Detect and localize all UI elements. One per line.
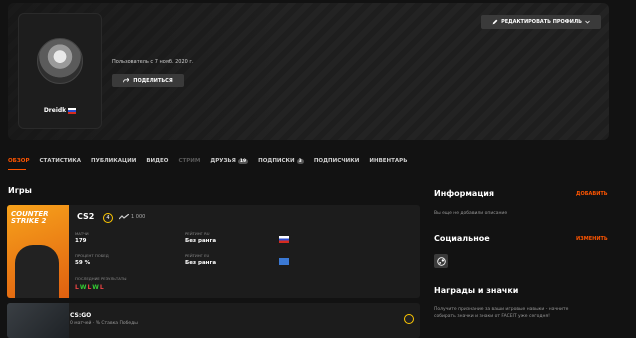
tab-label: СТРИМ xyxy=(178,158,201,164)
edit-profile-button[interactable]: РЕДАКТИРОВАТЬ ПРОФИЛЬ xyxy=(481,15,601,29)
result-loss: L xyxy=(75,284,79,291)
winrate-label: ПРОЦЕНТ ПОБЕД xyxy=(75,253,109,258)
profile-banner: Dreidk Пользователь с 7 нояб. 2020 г. ПО… xyxy=(8,3,609,140)
russia-flag-icon xyxy=(68,107,77,114)
csgo-subtitle: 0 матчей · % Ставка Победы xyxy=(70,321,138,326)
elo-trend-icon xyxy=(119,214,129,220)
steam-icon xyxy=(436,256,446,266)
cs2-cover-art: COUNTER STRIKE 2 xyxy=(7,205,69,298)
rating-eu-value: Без ранга xyxy=(185,260,217,266)
csgo-cover-art xyxy=(7,303,69,338)
chevron-down-icon xyxy=(585,20,590,24)
games-title: Игры xyxy=(8,186,32,195)
tab-label: ПОДПИСЧИКИ xyxy=(313,158,360,164)
tab-following[interactable]: ПОДПИСКИ 3 xyxy=(258,158,304,164)
nickname-row: Dreidk xyxy=(19,107,101,114)
awards-text: Получите признание за ваши игровые навык… xyxy=(434,306,568,320)
info-title: Информация xyxy=(434,189,494,198)
matches-label: МАТЧИ xyxy=(75,231,89,236)
tab-inventory[interactable]: ИНВЕНТАРЬ xyxy=(369,158,407,164)
tab-video[interactable]: ВИДЕО xyxy=(146,158,168,164)
csgo-game-card[interactable]: CS:GO 0 матчей · % Ставка Победы xyxy=(7,303,420,338)
tab-statistics[interactable]: СТАТИСТИКА xyxy=(39,158,81,164)
rating-eu-label: РЕЙТИНГ EU xyxy=(185,253,210,258)
tab-overview[interactable]: ОБЗОР xyxy=(8,158,29,164)
active-tab-underline xyxy=(8,169,26,170)
member-since: Пользователь с 7 нояб. 2020 г. xyxy=(112,59,194,65)
winrate-value: 59 % xyxy=(75,260,91,266)
skill-level-icon: 4 xyxy=(103,213,113,223)
steam-link-button[interactable] xyxy=(434,254,448,268)
cs2-game-card[interactable]: COUNTER STRIKE 2 CS2 4 1 000 МАТЧИ 179 П… xyxy=(7,205,420,298)
tab-publications[interactable]: ПУБЛИКАЦИИ xyxy=(91,158,136,164)
result-win: W xyxy=(92,284,99,291)
soldier-illustration xyxy=(15,245,59,298)
following-count-badge: 3 xyxy=(296,159,304,164)
awards-title: Награды и значки xyxy=(434,286,519,295)
awards-text-line: собирать значки и знаки от FACEIT уже се… xyxy=(434,314,550,319)
rating-ru-label: РЕЙТИНГ RU xyxy=(185,231,210,236)
awards-text-line: Получите признание за ваши игровые навык… xyxy=(434,307,569,312)
social-title: Социальное xyxy=(434,234,490,243)
result-loss: L xyxy=(99,284,104,291)
info-empty-text: Вы еще не добавили описание xyxy=(434,211,508,216)
elo-value: 1 000 xyxy=(131,214,146,220)
recent-results: L W L W L xyxy=(75,284,104,291)
tab-label: ВИДЕО xyxy=(146,158,169,164)
tab-stream: СТРИМ xyxy=(178,158,200,164)
nickname: Dreidk xyxy=(43,107,67,114)
edit-profile-label: РЕДАКТИРОВАТЬ ПРОФИЛЬ xyxy=(501,19,582,25)
tab-label: ПОДПИСКИ xyxy=(258,158,295,164)
cs2-cover-text: COUNTER STRIKE 2 xyxy=(11,211,49,225)
cover-line: STRIKE 2 xyxy=(11,217,47,225)
eu-region-icon xyxy=(279,258,289,265)
add-info-link[interactable]: ДОБАВИТЬ xyxy=(576,191,608,197)
russia-flag-icon xyxy=(279,236,289,243)
friends-count-badge: 19 xyxy=(237,159,249,164)
share-label: ПОДЕЛИТЬСЯ xyxy=(133,77,173,84)
rating-ru-value: Без ранга xyxy=(185,238,217,244)
avatar-card: Dreidk xyxy=(18,13,102,129)
avatar[interactable] xyxy=(37,38,83,84)
tab-label: ПУБЛИКАЦИИ xyxy=(91,158,137,164)
csgo-name: CS:GO xyxy=(70,312,92,319)
recent-results-label: ПОСЛЕДНИЕ РЕЗУЛЬТАТЫ xyxy=(75,276,127,281)
tab-followers[interactable]: ПОДПИСЧИКИ xyxy=(314,158,360,164)
tab-friends[interactable]: ДРУЗЬЯ 19 xyxy=(210,158,249,164)
result-win: W xyxy=(79,284,87,291)
share-button[interactable]: ПОДЕЛИТЬСЯ xyxy=(112,74,184,87)
cs2-name: CS2 xyxy=(77,212,95,221)
edit-social-link[interactable]: ИЗМЕНИТЬ xyxy=(576,236,608,242)
pencil-icon xyxy=(492,19,498,25)
result-loss: L xyxy=(87,284,92,291)
tab-label: ИНВЕНТАРЬ xyxy=(369,158,408,164)
matches-value: 179 xyxy=(75,238,87,244)
tab-label: СТАТИСТИКА xyxy=(39,158,82,164)
share-icon xyxy=(123,77,130,82)
skill-level-icon xyxy=(404,314,414,324)
tab-label: ДРУЗЬЯ xyxy=(210,158,236,164)
tab-label: ОБЗОР xyxy=(8,158,30,164)
profile-tabs: ОБЗОР СТАТИСТИКА ПУБЛИКАЦИИ ВИДЕО СТРИМ … xyxy=(8,158,407,164)
